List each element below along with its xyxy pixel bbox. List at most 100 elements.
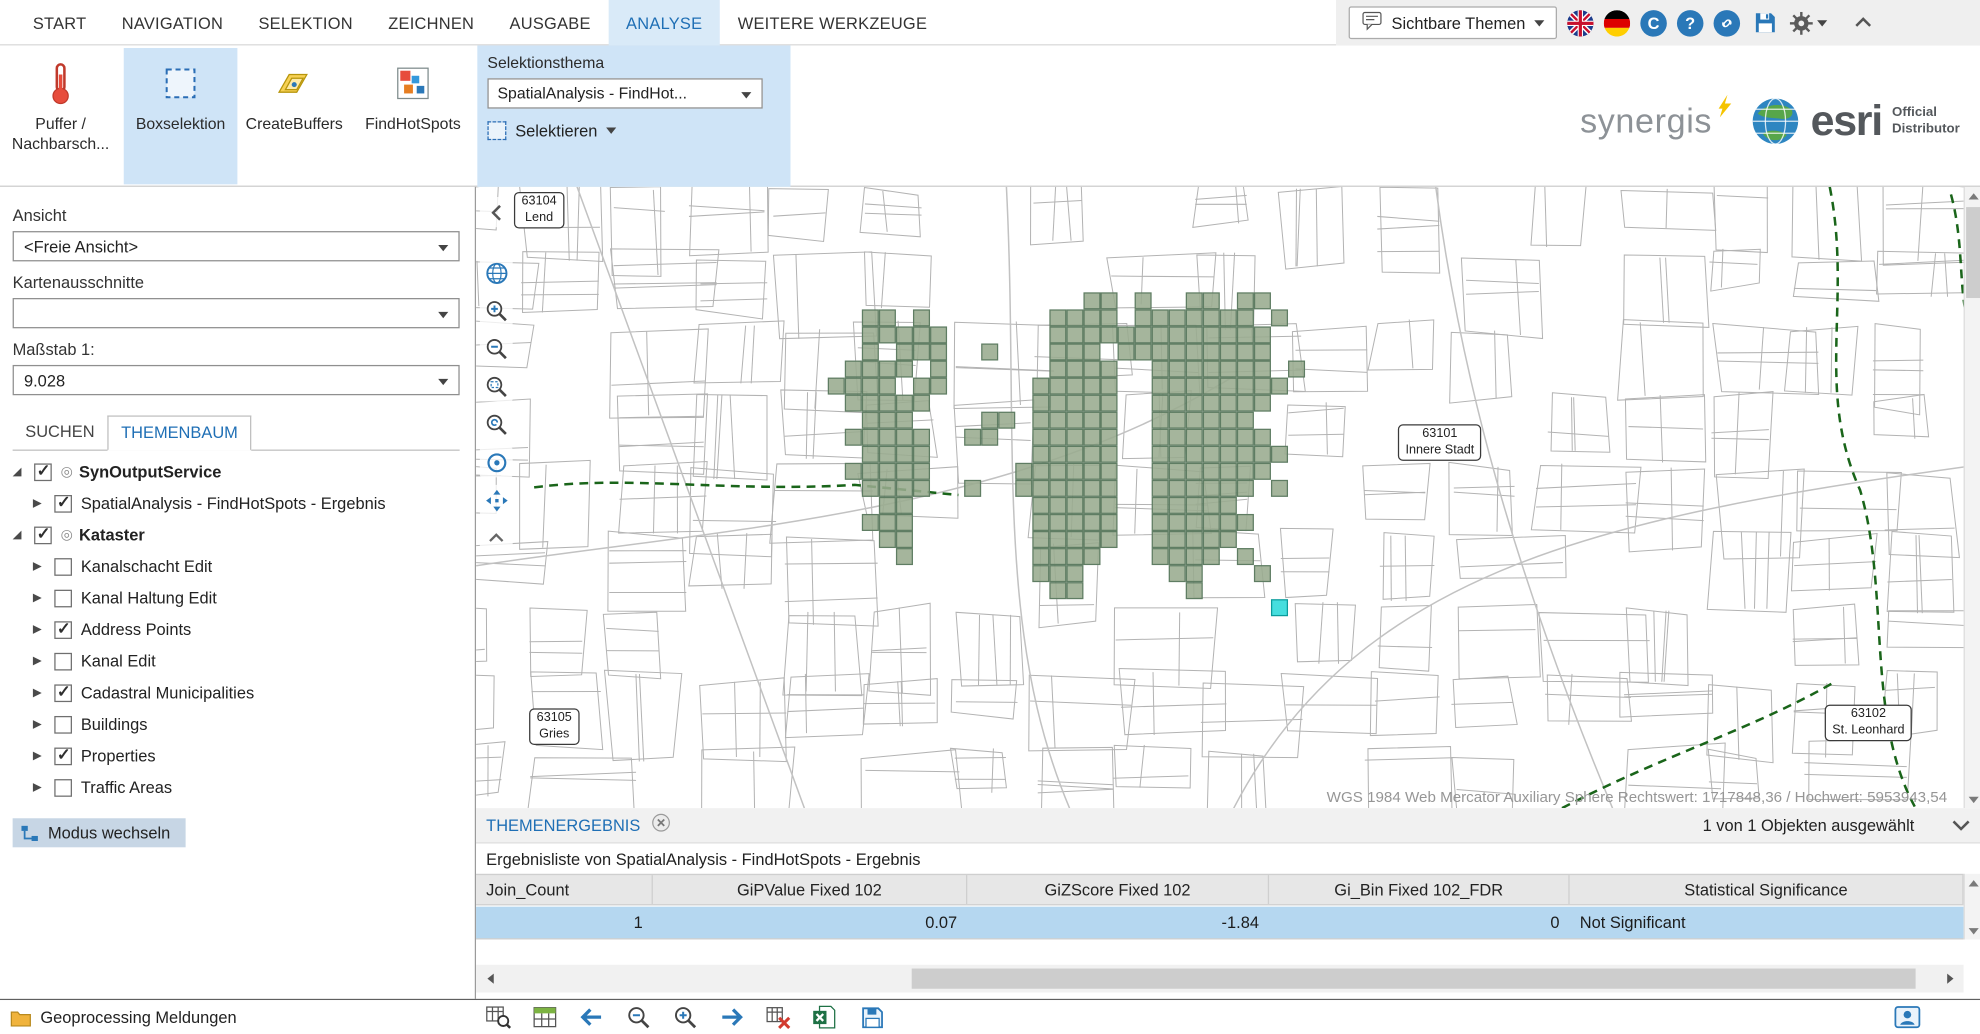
- layer-checkbox[interactable]: [54, 558, 72, 576]
- layer-checkbox[interactable]: [54, 778, 72, 796]
- zoom-previous-button[interactable]: [480, 409, 513, 439]
- tree-item-address-points[interactable]: ▶Address Points: [13, 614, 460, 646]
- tab-analyse[interactable]: ANALYSE: [608, 0, 720, 45]
- tab-weitere-werkzeuge[interactable]: WEITERE WERKZEUGE: [720, 0, 945, 45]
- next-record-button[interactable]: [717, 1003, 746, 1032]
- save-result-button[interactable]: [857, 1003, 886, 1032]
- center-map-button[interactable]: [480, 447, 513, 477]
- tab-ausgabe[interactable]: AUSGABE: [492, 0, 609, 45]
- tree-item-kataster[interactable]: ◢◎Kataster: [13, 519, 460, 551]
- expand-arrow-icon[interactable]: ▶: [33, 654, 53, 668]
- table-cell[interactable]: 0.07: [653, 907, 967, 939]
- tree-item-traffic-areas[interactable]: ▶Traffic Areas: [13, 772, 460, 804]
- expand-arrow-icon[interactable]: ▶: [33, 623, 53, 637]
- find-in-table-button[interactable]: [484, 1003, 513, 1032]
- scrollbar-thumb[interactable]: [1966, 207, 1980, 298]
- selection-theme-dropdown[interactable]: SpatialAnalysis - FindHot...: [487, 78, 762, 108]
- clear-result-button[interactable]: [764, 1003, 793, 1032]
- show-table-button[interactable]: [530, 1003, 559, 1032]
- kartenausschnitte-dropdown[interactable]: [13, 298, 460, 328]
- layer-checkbox[interactable]: [54, 684, 72, 702]
- previous-record-button[interactable]: [577, 1003, 606, 1032]
- tree-item-synoutputservice[interactable]: ◢◎SynOutputService: [13, 456, 460, 488]
- layer-checkbox[interactable]: [54, 621, 72, 639]
- tab-themenergebnis[interactable]: THEMENERGEBNIS: [486, 816, 640, 835]
- settings-gear-button[interactable]: [1789, 11, 1827, 35]
- table-horizontal-scrollbar[interactable]: [476, 965, 1964, 993]
- layer-checkbox[interactable]: [54, 747, 72, 765]
- map-canvas[interactable]: [476, 187, 1980, 808]
- column-header-gipvalue-fixed-102[interactable]: GiPValue Fixed 102: [653, 875, 967, 904]
- layer-checkbox[interactable]: [54, 494, 72, 512]
- zoom-to-selection-in-button[interactable]: [671, 1003, 700, 1032]
- massstab-dropdown[interactable]: 9.028: [13, 365, 460, 395]
- createbuffers-button[interactable]: CreateBuffers: [242, 48, 346, 184]
- expand-arrow-icon[interactable]: ▶: [33, 559, 53, 573]
- findhotspots-button[interactable]: FindHotSpots: [351, 48, 475, 184]
- tree-item-kanal-edit[interactable]: ▶Kanal Edit: [13, 645, 460, 677]
- table-cell[interactable]: 0: [1269, 907, 1570, 939]
- layer-checkbox[interactable]: [34, 463, 52, 481]
- tab-zeichnen[interactable]: ZEICHNEN: [371, 0, 492, 45]
- share-link-icon[interactable]: [1714, 9, 1741, 36]
- full-extent-button[interactable]: [480, 485, 513, 515]
- expand-arrow-icon[interactable]: ▶: [33, 591, 53, 605]
- collapse-sidebar-button[interactable]: [480, 197, 513, 227]
- table-row[interactable]: 10.07-1.840Not Significant: [476, 907, 1964, 940]
- scroll-up-arrow[interactable]: [1965, 187, 1980, 205]
- map-view[interactable]: 63104Lend63101Innere Stadt63105Gries6310…: [476, 187, 1980, 808]
- language-english-button[interactable]: [1567, 9, 1594, 36]
- ansicht-dropdown[interactable]: <Freie Ansicht>: [13, 231, 460, 261]
- table-vertical-scrollbar[interactable]: [1964, 874, 1980, 940]
- zoom-to-selection-out-button[interactable]: [624, 1003, 653, 1032]
- tab-selektion[interactable]: SELEKTION: [241, 0, 371, 45]
- tab-suchen[interactable]: SUCHEN: [13, 415, 108, 449]
- puffer-nachbarsch-button[interactable]: Puffer / Nachbarsch...: [3, 48, 119, 184]
- table-cell[interactable]: Not Significant: [1570, 907, 1964, 939]
- collapse-panel-button[interactable]: [1952, 816, 1970, 835]
- column-header-join-count[interactable]: Join_Count: [476, 875, 653, 904]
- tree-item-properties[interactable]: ▶Properties: [13, 740, 460, 772]
- tab-themenbaum[interactable]: THEMENBAUM: [107, 415, 252, 450]
- layer-checkbox[interactable]: [54, 652, 72, 670]
- layer-checkbox[interactable]: [34, 526, 52, 544]
- collapse-arrow-icon[interactable]: ◢: [13, 528, 33, 542]
- save-session-icon[interactable]: [1750, 8, 1779, 37]
- expand-arrow-icon[interactable]: ▶: [33, 686, 53, 700]
- layer-checkbox[interactable]: [54, 715, 72, 733]
- table-cell[interactable]: -1.84: [967, 907, 1269, 939]
- visible-themes-dropdown[interactable]: Sichtbare Themen: [1349, 6, 1557, 39]
- scroll-up-arrow[interactable]: [1965, 874, 1980, 892]
- close-results-button[interactable]: [652, 813, 671, 838]
- help-icon[interactable]: ?: [1677, 9, 1704, 36]
- scroll-down-arrow[interactable]: [1965, 922, 1980, 940]
- language-german-button[interactable]: [1604, 9, 1631, 36]
- map-vertical-scrollbar[interactable]: [1964, 187, 1980, 808]
- toolbar-collapse-button[interactable]: [480, 523, 513, 553]
- tab-start[interactable]: START: [15, 0, 104, 45]
- modus-wechseln-button[interactable]: Modus wechseln: [13, 818, 186, 847]
- tree-item-kanalschacht-edit[interactable]: ▶Kanalschacht Edit: [13, 551, 460, 583]
- tree-item-cadastral-municipalities[interactable]: ▶Cadastral Municipalities: [13, 677, 460, 709]
- geoprocessing-bar[interactable]: Geoprocessing Meldungen: [0, 1000, 476, 1034]
- expand-arrow-icon[interactable]: ▶: [33, 749, 53, 763]
- scrollbar-thumb[interactable]: [912, 969, 1916, 989]
- column-header-gizscore-fixed-102[interactable]: GiZScore Fixed 102: [967, 875, 1269, 904]
- tree-item-spatialanalysis-findhotspots-ergebnis[interactable]: ▶SpatialAnalysis - FindHotSpots - Ergebn…: [13, 487, 460, 519]
- table-cell[interactable]: 1: [476, 907, 653, 939]
- collapse-arrow-icon[interactable]: ◢: [13, 465, 33, 479]
- tree-item-buildings[interactable]: ▶Buildings: [13, 708, 460, 740]
- export-excel-button[interactable]: [811, 1003, 840, 1032]
- collapse-ribbon-button[interactable]: [1855, 11, 1871, 34]
- scroll-left-arrow[interactable]: [476, 965, 504, 993]
- expand-arrow-icon[interactable]: ▶: [33, 717, 53, 731]
- zoom-in-button[interactable]: [480, 295, 513, 325]
- scroll-down-arrow[interactable]: [1965, 790, 1980, 808]
- overview-globe-button[interactable]: [480, 258, 513, 288]
- zoom-window-button[interactable]: [480, 371, 513, 401]
- scroll-right-arrow[interactable]: [1936, 965, 1964, 993]
- expand-arrow-icon[interactable]: ▶: [33, 780, 53, 794]
- tab-navigation[interactable]: NAVIGATION: [104, 0, 241, 45]
- column-header-statistical-significance[interactable]: Statistical Significance: [1570, 875, 1964, 904]
- zoom-out-button[interactable]: [480, 333, 513, 363]
